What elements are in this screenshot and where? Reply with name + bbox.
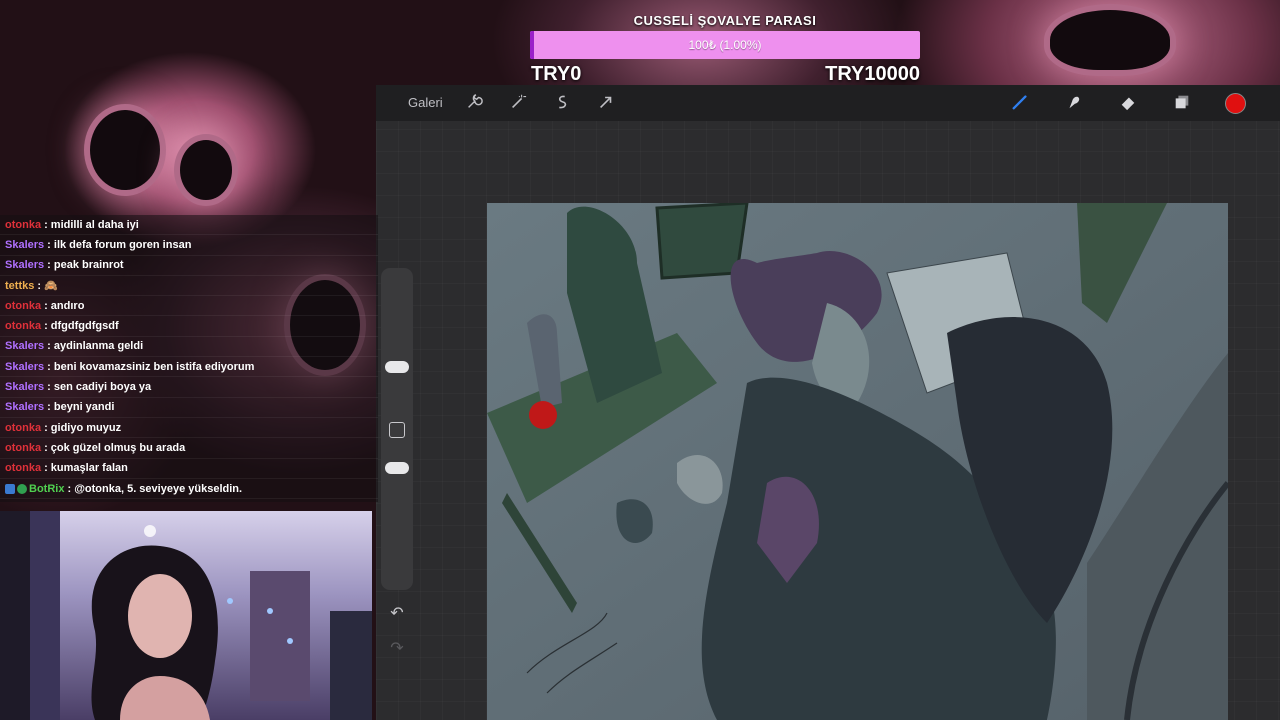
- brush-icon[interactable]: [1010, 93, 1030, 113]
- chat-message-text: sen cadiyi boya ya: [53, 381, 152, 394]
- chat-separator: :: [47, 238, 54, 251]
- chat-message-text: midilli al daha iyi: [50, 218, 139, 231]
- chat-message-text: dfgdfgdfgsdf: [50, 320, 119, 333]
- webcam-feed: [0, 511, 372, 720]
- chat-message-text: gidiyo muyuz: [50, 421, 122, 434]
- chat-message-text: andıro: [50, 299, 85, 312]
- chat-message: tettks: 🙈: [0, 276, 378, 297]
- chat-username[interactable]: tettks: [5, 280, 34, 292]
- wrench-icon[interactable]: [464, 93, 484, 113]
- webcam-image: [0, 511, 372, 720]
- chat-message: otonka: gidiyo muyuz: [0, 418, 378, 439]
- chat-message-text: 🙈: [44, 280, 58, 293]
- chat-message: BotRix: @otonka, 5. seviyeye yükseldin.: [0, 479, 378, 500]
- chat-username[interactable]: Skalers: [5, 239, 44, 251]
- chat-username[interactable]: Skalers: [5, 401, 44, 413]
- chat-username[interactable]: otonka: [5, 462, 41, 474]
- chat-message: Skalers: beni kovamazsiniz ben istifa ed…: [0, 357, 378, 378]
- chat-message: Skalers: sen cadiyi boya ya: [0, 377, 378, 398]
- chat-separator: :: [44, 320, 51, 333]
- chat-message-text: peak brainrot: [53, 259, 124, 272]
- drawing-canvas[interactable]: [487, 203, 1228, 720]
- chat-separator: :: [37, 279, 45, 292]
- chat-username[interactable]: otonka: [5, 300, 41, 312]
- chat-panel: otonka: midilli al daha iyi Skalers: ilk …: [0, 215, 378, 502]
- chat-message-text: çok güzel olmuş bu arada: [50, 441, 186, 454]
- magic-wand-icon[interactable]: [508, 93, 528, 113]
- opacity-slider[interactable]: [385, 462, 409, 474]
- layers-icon[interactable]: [1172, 93, 1192, 113]
- chat-username[interactable]: Skalers: [5, 340, 44, 352]
- chat-message: otonka: çok güzel olmuş bu arada: [0, 438, 378, 459]
- chat-username[interactable]: Skalers: [5, 361, 44, 373]
- background-art-eye: [1050, 10, 1170, 70]
- chat-separator: :: [67, 482, 75, 495]
- brush-sidebar: [381, 268, 413, 590]
- brush-size-slider[interactable]: [385, 361, 409, 373]
- redo-icon[interactable]: ↷: [380, 638, 414, 662]
- smudge-icon[interactable]: [1064, 93, 1084, 113]
- bot-badge-icon: [5, 483, 15, 494]
- eraser-icon[interactable]: [1118, 93, 1138, 113]
- chat-username[interactable]: BotRix: [29, 483, 64, 495]
- chat-username[interactable]: otonka: [5, 442, 41, 454]
- chat-message-text: aydinlanma geldi: [53, 340, 144, 353]
- modify-button[interactable]: [389, 422, 405, 438]
- chat-message-text: kumaşlar falan: [50, 462, 128, 475]
- chat-separator: :: [47, 340, 54, 353]
- chat-message: Skalers: ilk defa forum goren insan: [0, 235, 378, 256]
- donation-goal-title: CUSSELİ ŞOVALYE PARASI: [633, 13, 817, 28]
- chat-message-text: beyni yandi: [53, 401, 115, 414]
- background-art-eye: [90, 110, 160, 190]
- chat-username[interactable]: otonka: [5, 320, 41, 332]
- chat-message: otonka: kumaşlar falan: [0, 459, 378, 479]
- chat-username[interactable]: otonka: [5, 219, 41, 231]
- chat-username[interactable]: Skalers: [5, 381, 44, 393]
- undo-icon[interactable]: ↶: [380, 603, 414, 627]
- chat-message-text: ilk defa forum goren insan: [53, 238, 192, 251]
- verified-badge-icon: [17, 483, 27, 494]
- transform-icon[interactable]: [596, 93, 616, 113]
- donation-goal-max: TRY10000: [825, 63, 920, 85]
- selection-icon[interactable]: [552, 93, 572, 113]
- chat-message: otonka: andıro: [0, 296, 378, 317]
- chat-message-text: beni kovamazsiniz ben istifa ediyorum: [53, 360, 255, 373]
- background-art-eye: [180, 140, 232, 200]
- chat-username[interactable]: Skalers: [5, 259, 44, 271]
- chat-separator: :: [47, 401, 54, 414]
- color-picker-button[interactable]: [1225, 93, 1246, 114]
- procreate-toolbar: Galeri: [376, 85, 1280, 121]
- chat-separator: :: [44, 441, 51, 454]
- chat-separator: :: [44, 462, 51, 475]
- chat-separator: :: [44, 421, 51, 434]
- chat-separator: :: [47, 381, 54, 394]
- chat-message: otonka: dfgdfgdfgsdf: [0, 316, 378, 337]
- chat-message-text: @otonka, 5. seviyeye yükseldin.: [74, 482, 243, 495]
- gallery-button[interactable]: Galeri: [408, 95, 443, 110]
- chat-separator: :: [44, 218, 51, 231]
- artwork-illustration: [487, 203, 1228, 720]
- chat-separator: :: [47, 360, 54, 373]
- donation-goal-progress-text: 100₺ (1.00%): [688, 38, 762, 52]
- chat-message: Skalers: peak brainrot: [0, 256, 378, 276]
- chat-separator: :: [44, 299, 51, 312]
- chat-message: Skalers: beyni yandi: [0, 398, 378, 418]
- chat-username[interactable]: otonka: [5, 422, 41, 434]
- chat-message: otonka: midilli al daha iyi: [0, 215, 378, 236]
- donation-goal-bar: 100₺ (1.00%): [530, 31, 920, 59]
- chat-message: Skalers: aydinlanma geldi: [0, 337, 378, 358]
- chat-separator: :: [47, 259, 54, 272]
- donation-goal-min: TRY0: [531, 63, 582, 85]
